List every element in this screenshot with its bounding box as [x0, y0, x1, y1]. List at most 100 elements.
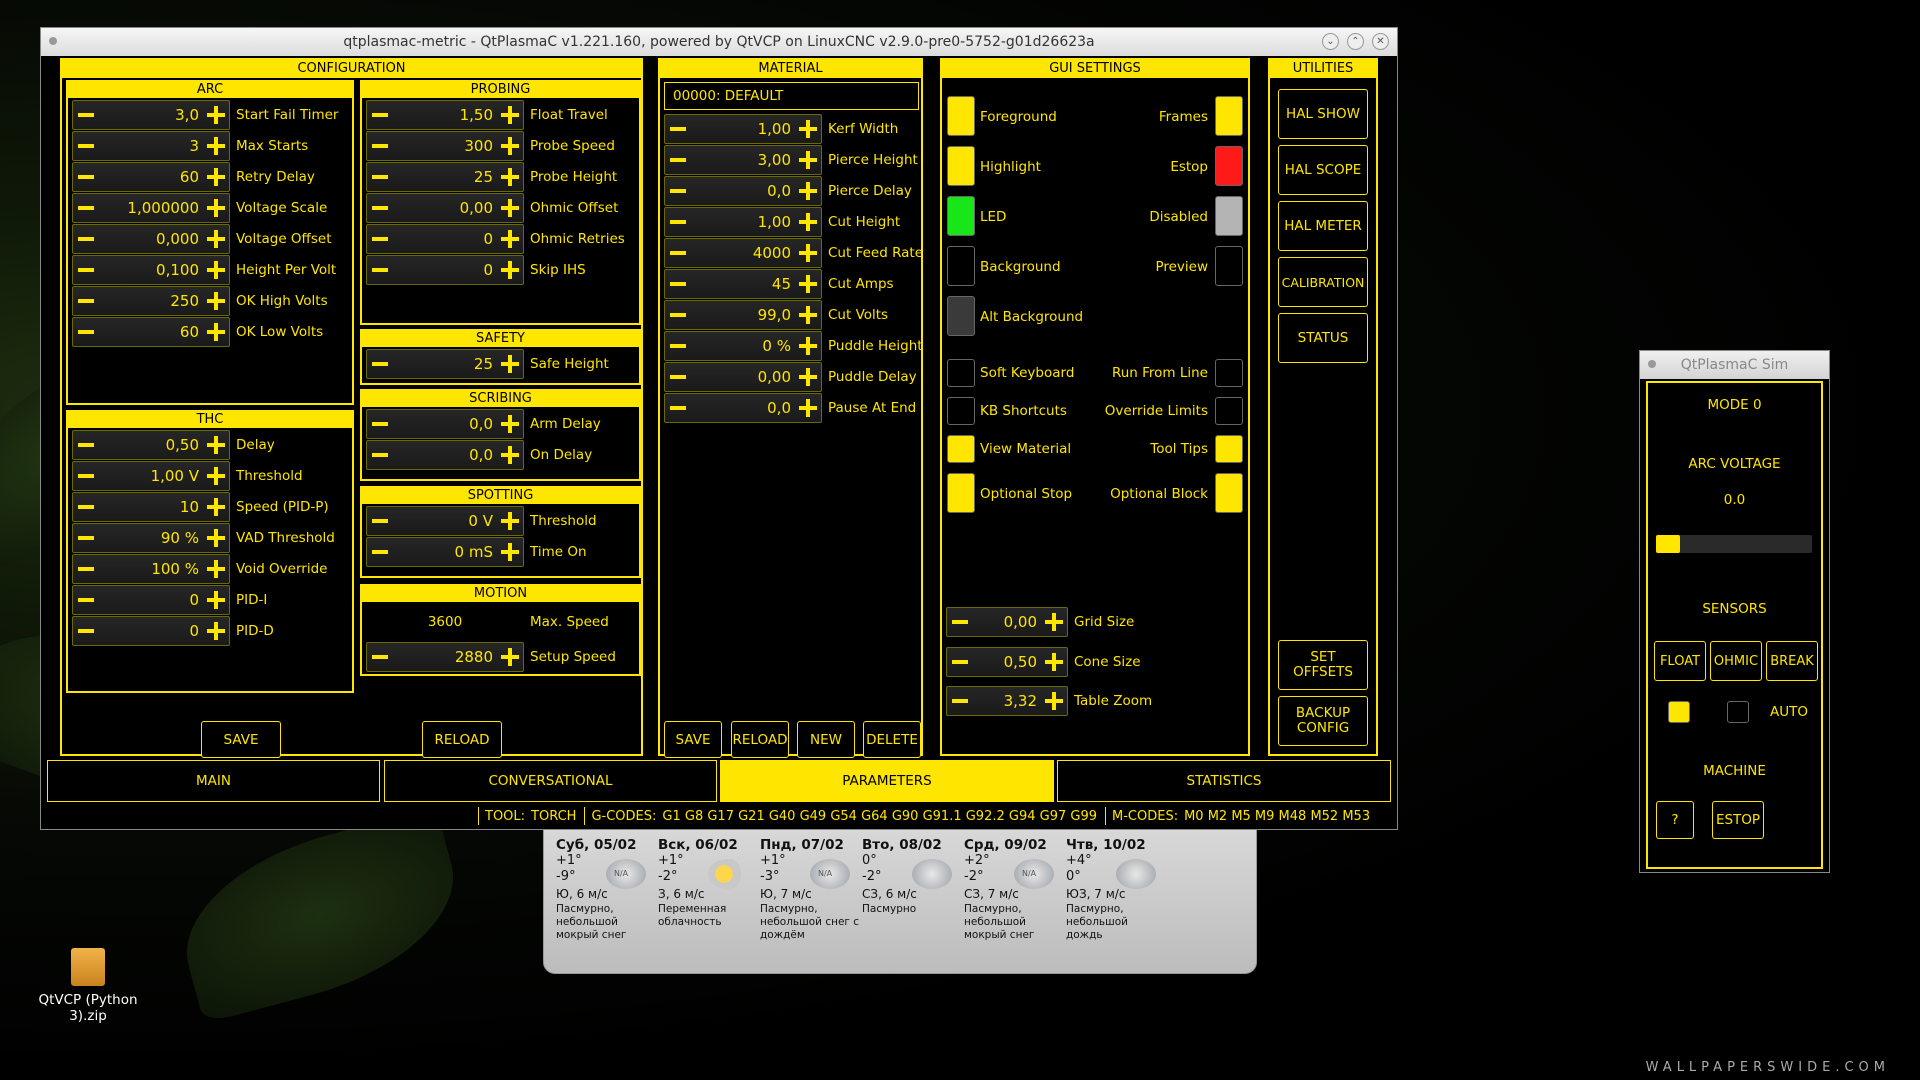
material-cut-amps-spinbox[interactable]: 45	[664, 269, 822, 299]
arc-ok-high-volts-spinbox[interactable]: 250	[72, 286, 230, 316]
arc-start-fail-timer-spinbox[interactable]: 3,0	[72, 100, 230, 130]
decrement-icon[interactable]	[665, 363, 691, 391]
decrement-icon[interactable]	[73, 617, 99, 645]
tab-statistics[interactable]: STATISTICS	[1057, 760, 1391, 802]
arc-ok-low-volts-spinbox[interactable]: 60	[72, 317, 230, 347]
increment-icon[interactable]	[203, 318, 229, 346]
decrement-icon[interactable]	[367, 538, 393, 566]
sim-auto-checkbox[interactable]	[1727, 701, 1749, 723]
material-pierce-delay-value[interactable]: 0,0	[691, 182, 795, 200]
decrement-icon[interactable]	[947, 608, 973, 636]
decrement-icon[interactable]	[665, 115, 691, 143]
thc-threshold-spinbox[interactable]: 1,00 V	[72, 461, 230, 491]
material-cut-feed-rate-value[interactable]: 4000	[691, 244, 795, 262]
foreground-color-swatch[interactable]	[947, 96, 975, 136]
probe-ohmic-retries-value[interactable]: 0	[393, 230, 497, 248]
tab-parameters[interactable]: PARAMETERS	[720, 760, 1054, 802]
arc-voltage-slider-handle[interactable]	[1656, 535, 1680, 553]
decrement-icon[interactable]	[73, 318, 99, 346]
increment-icon[interactable]	[795, 115, 821, 143]
backup-config-button[interactable]: BACKUP CONFIG	[1278, 696, 1368, 746]
decrement-icon[interactable]	[367, 256, 393, 284]
increment-icon[interactable]	[203, 225, 229, 253]
scribe-on-delay-value[interactable]: 0,0	[393, 446, 497, 464]
status-button[interactable]: STATUS	[1278, 313, 1368, 363]
soft-keyboard-checkbox[interactable]	[947, 359, 975, 387]
decrement-icon[interactable]	[665, 301, 691, 329]
decrement-icon[interactable]	[367, 350, 393, 378]
increment-icon[interactable]	[795, 301, 821, 329]
material-pierce-height-spinbox[interactable]: 3,00	[664, 145, 822, 175]
material-pierce-delay-spinbox[interactable]: 0,0	[664, 176, 822, 206]
probe-probe-speed-spinbox[interactable]: 300	[366, 131, 524, 161]
decrement-icon[interactable]	[73, 287, 99, 315]
increment-icon[interactable]	[497, 507, 523, 535]
hal-scope-button[interactable]: HAL SCOPE	[1278, 145, 1368, 195]
material-kerf-width-value[interactable]: 1,00	[691, 120, 795, 138]
arc-voltage-scale-value[interactable]: 1,000000	[99, 199, 203, 217]
estop-color-swatch[interactable]	[1215, 146, 1243, 186]
increment-icon[interactable]	[1041, 648, 1067, 676]
increment-icon[interactable]	[497, 538, 523, 566]
cone-size-value[interactable]: 0,50	[973, 653, 1041, 671]
probe-float-travel-value[interactable]: 1,50	[393, 106, 497, 124]
thc-delay-value[interactable]: 0,50	[99, 436, 203, 454]
decrement-icon[interactable]	[367, 441, 393, 469]
decrement-icon[interactable]	[367, 225, 393, 253]
decrement-icon[interactable]	[73, 524, 99, 552]
increment-icon[interactable]	[203, 431, 229, 459]
decrement-icon[interactable]	[73, 194, 99, 222]
material-cut-volts-value[interactable]: 99,0	[691, 306, 795, 324]
increment-icon[interactable]	[497, 350, 523, 378]
calibration-button[interactable]: CALIBRATION	[1278, 257, 1368, 307]
increment-icon[interactable]	[795, 146, 821, 174]
decrement-icon[interactable]	[367, 507, 393, 535]
decrement-icon[interactable]	[73, 101, 99, 129]
decrement-icon[interactable]	[665, 239, 691, 267]
disabled-color-swatch[interactable]	[1215, 196, 1243, 236]
increment-icon[interactable]	[203, 194, 229, 222]
thc-delay-spinbox[interactable]: 0,50	[72, 430, 230, 460]
increment-icon[interactable]	[795, 332, 821, 360]
arc-max-starts-spinbox[interactable]: 3	[72, 131, 230, 161]
decrement-icon[interactable]	[367, 410, 393, 438]
decrement-icon[interactable]	[73, 493, 99, 521]
tab-conversational[interactable]: CONVERSATIONAL	[384, 760, 717, 802]
window-titlebar[interactable]: qtplasmac-metric - QtPlasmaC v1.221.160,…	[41, 28, 1397, 56]
hal-meter-button[interactable]: HAL METER	[1278, 201, 1368, 251]
material-puddle-height-spinbox[interactable]: 0 %	[664, 331, 822, 361]
probe-probe-height-value[interactable]: 25	[393, 168, 497, 186]
increment-icon[interactable]	[497, 441, 523, 469]
decrement-icon[interactable]	[73, 225, 99, 253]
override-limits-checkbox[interactable]	[1215, 397, 1243, 425]
increment-icon[interactable]	[203, 101, 229, 129]
highlight-color-swatch[interactable]	[947, 146, 975, 186]
increment-icon[interactable]	[497, 410, 523, 438]
arc-voltage-offset-spinbox[interactable]: 0,000	[72, 224, 230, 254]
probe-float-travel-spinbox[interactable]: 1,50	[366, 100, 524, 130]
desktop-zip-file[interactable]: QtVCP (Python 3).zip	[20, 948, 156, 1024]
decrement-icon[interactable]	[73, 431, 99, 459]
material-cut-feed-rate-spinbox[interactable]: 4000	[664, 238, 822, 268]
thc-pid-i-value[interactable]: 0	[99, 591, 203, 609]
increment-icon[interactable]	[497, 132, 523, 160]
decrement-icon[interactable]	[947, 687, 973, 715]
material-save-button[interactable]: SAVE	[664, 721, 722, 758]
hal-show-button[interactable]: HAL SHOW	[1278, 89, 1368, 139]
thc-void-override-value[interactable]: 100 %	[99, 560, 203, 578]
increment-icon[interactable]	[795, 394, 821, 422]
probe-skip-ihs-spinbox[interactable]: 0	[366, 255, 524, 285]
decrement-icon[interactable]	[665, 146, 691, 174]
decrement-icon[interactable]	[665, 177, 691, 205]
grid-size-value[interactable]: 0,00	[973, 613, 1041, 631]
float-sensor-button[interactable]: FLOAT	[1654, 641, 1706, 681]
arc-retry-delay-value[interactable]: 60	[99, 168, 203, 186]
spot-threshold-spinbox[interactable]: 0 V	[366, 506, 524, 536]
decrement-icon[interactable]	[665, 208, 691, 236]
arc-voltage-offset-value[interactable]: 0,000	[99, 230, 203, 248]
increment-icon[interactable]	[203, 132, 229, 160]
tool-tips-checkbox[interactable]	[1215, 435, 1243, 463]
material-kerf-width-spinbox[interactable]: 1,00	[664, 114, 822, 144]
optional-block-toggle[interactable]	[1215, 473, 1243, 513]
increment-icon[interactable]	[497, 225, 523, 253]
